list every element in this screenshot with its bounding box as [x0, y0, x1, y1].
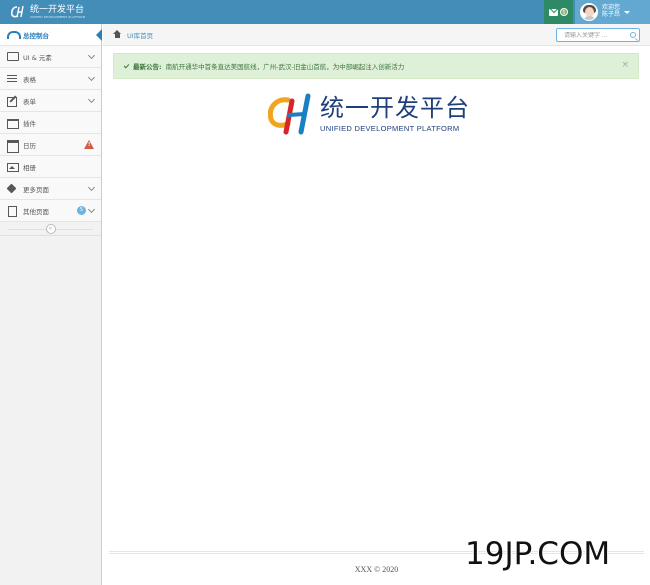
- search-input[interactable]: [564, 31, 630, 39]
- watermark: 19JP.COM: [464, 535, 611, 573]
- announcement-alert: 最新公告: 南航开通华中首条直达美国航线，广州-武汉-旧金山首航，为中部崛起注入…: [113, 53, 639, 79]
- edit-icon: [7, 96, 17, 107]
- home-icon[interactable]: [113, 29, 122, 39]
- warning-icon: !: [84, 140, 94, 149]
- sidebar-item-label: 相册: [23, 163, 36, 172]
- plugin-icon: [7, 118, 19, 129]
- list-icon: [7, 74, 17, 83]
- sidebar-item-gallery[interactable]: 相册: [0, 156, 101, 178]
- sidebar-item-label: 插件: [23, 119, 36, 128]
- sidebar: 总控制台 UI & 元素 表格 表单 插件 日历 ! 相册 更多页面 其他页面 …: [0, 24, 102, 585]
- sidebar-item-label: 总控制台: [23, 31, 49, 40]
- file-icon: [7, 206, 17, 217]
- platform-logo: 统一开发平台 UNIFIED DEVELOPMENT PLATFORM: [267, 92, 488, 136]
- brand-subtitle: UNIFIED DEVELOPMENT PLATFORM: [30, 14, 86, 19]
- sidebar-item-tables[interactable]: 表格: [0, 68, 101, 90]
- sidebar-item-calendar[interactable]: 日历 !: [0, 134, 101, 156]
- close-icon[interactable]: ×: [621, 60, 629, 70]
- platform-logo-icon: [267, 92, 314, 136]
- sidebar-badge: 5: [77, 206, 86, 215]
- chevron-down-icon: [87, 95, 96, 104]
- chevron-down-icon: [87, 205, 96, 214]
- dashboard-icon: [7, 30, 21, 39]
- footer-copyright: XXX © 2020: [354, 565, 399, 574]
- sidebar-item-label: 表格: [23, 75, 36, 84]
- sidebar-item-label: 其他页面: [23, 207, 49, 216]
- user-menu-button[interactable]: 欢迎您 陈子昂: [575, 0, 650, 24]
- sidebar-item-other-pages[interactable]: 其他页面 5: [0, 200, 101, 222]
- check-icon: [123, 62, 130, 68]
- sidebar-item-label: 日历: [23, 141, 36, 150]
- sidebar-item-label: 表单: [23, 97, 36, 106]
- alert-title: 最新公告:: [133, 63, 162, 71]
- brand-title: 统一开发平台: [30, 4, 85, 15]
- chevron-down-icon: [87, 73, 96, 82]
- sidebar-item-forms[interactable]: 表单: [0, 90, 101, 112]
- brand-logo-icon: [10, 4, 26, 20]
- calendar-icon: [7, 140, 19, 153]
- messages-badge: 5: [560, 8, 568, 16]
- top-navbar: 统一开发平台 UNIFIED DEVELOPMENT PLATFORM 5 欢迎…: [0, 0, 650, 24]
- sidebar-item-plugins[interactable]: 插件: [0, 112, 101, 134]
- envelope-icon: [549, 8, 558, 16]
- chevron-down-icon: [87, 51, 96, 60]
- logo-title-cn: 统一开发平台: [320, 93, 470, 122]
- breadcrumb-home-link[interactable]: UI库首页: [127, 30, 153, 40]
- alert-message: 南航开通华中首条直达美国航线，广州-武汉-旧金山首航，为中部崛起注入创新活力: [165, 63, 405, 71]
- collapse-sidebar-button[interactable]: «: [45, 223, 56, 234]
- avatar: [580, 3, 598, 21]
- sidebar-item-label: 更多页面: [23, 185, 49, 194]
- chevron-down-icon: [87, 183, 96, 192]
- monitor-icon: [7, 52, 19, 61]
- caret-down-icon: [624, 10, 631, 14]
- sidebar-item-more-pages[interactable]: 更多页面: [0, 178, 101, 200]
- breadcrumb: UI库首页: [103, 24, 650, 46]
- user-name: 陈子昂: [602, 11, 621, 18]
- sidebar-collapse-bar: «: [0, 222, 101, 236]
- sidebar-item-ui-elements[interactable]: UI & 元素: [0, 46, 101, 68]
- sidebar-item-dashboard[interactable]: 总控制台: [0, 24, 102, 46]
- brand[interactable]: 统一开发平台 UNIFIED DEVELOPMENT PLATFORM: [10, 3, 85, 21]
- tag-icon: [7, 184, 17, 193]
- search-box[interactable]: [556, 28, 640, 42]
- sidebar-item-label: UI & 元素: [23, 53, 52, 62]
- picture-icon: [7, 162, 19, 172]
- search-icon[interactable]: [630, 32, 636, 38]
- messages-button[interactable]: 5: [544, 0, 573, 24]
- logo-title-en: UNIFIED DEVELOPMENT PLATFORM: [320, 123, 460, 133]
